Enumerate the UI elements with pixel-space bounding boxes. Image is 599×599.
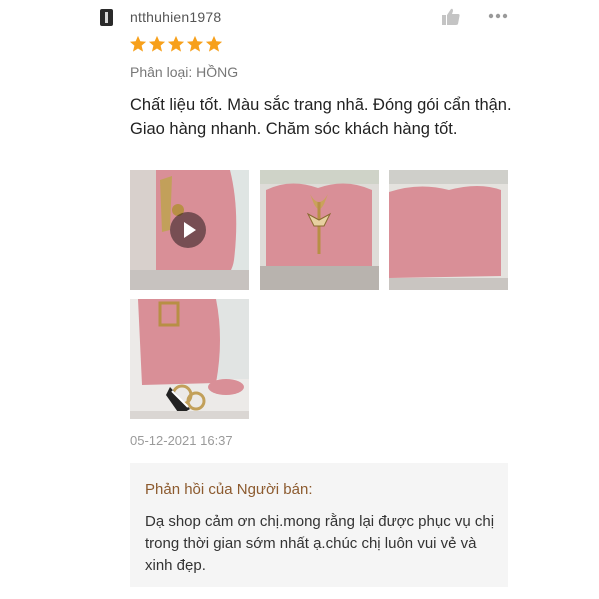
variation-label: Phân loại: HỒNG [130, 64, 239, 80]
star-icon [167, 35, 185, 52]
thumbs-up-icon[interactable] [441, 8, 461, 26]
more-icon[interactable] [487, 8, 509, 24]
review-timestamp: 05-12-2021 16:37 [130, 433, 233, 448]
seller-reply-title: Phản hồi của Người bán: [145, 481, 313, 498]
play-icon[interactable] [170, 212, 206, 248]
review-image-thumbnail[interactable] [130, 299, 249, 419]
star-icon [205, 35, 223, 52]
review-video-thumbnail[interactable] [130, 170, 249, 290]
review-comment: Chất liệu tốt. Màu sắc trang nhã. Đóng g… [130, 96, 512, 138]
star-icon [148, 35, 166, 52]
star-icon [186, 35, 204, 52]
star-rating [129, 35, 223, 53]
username[interactable]: ntthuhien1978 [130, 9, 221, 25]
review-image-thumbnail[interactable] [389, 170, 508, 290]
seller-reply: Phản hồi của Người bán: Dạ shop cảm ơn c… [130, 463, 508, 587]
review-image-thumbnail[interactable] [260, 170, 379, 290]
seller-reply-text: Dạ shop cảm ơn chị.mong rằng lại được ph… [145, 513, 495, 574]
star-icon [129, 35, 147, 52]
avatar[interactable] [100, 9, 113, 26]
